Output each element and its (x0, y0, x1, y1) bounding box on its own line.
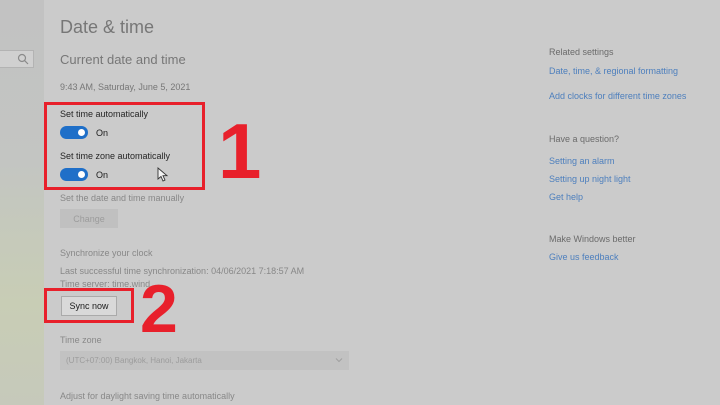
search-icon (17, 53, 29, 65)
link-add-clocks[interactable]: Add clocks for different time zones (549, 91, 686, 101)
nav-pane-strip (0, 0, 44, 405)
annotation-number-1: 1 (218, 107, 262, 195)
make-windows-better-heading: Make Windows better (549, 234, 636, 244)
link-give-feedback[interactable]: Give us feedback (549, 252, 619, 262)
link-regional-formatting[interactable]: Date, time, & regional formatting (549, 66, 678, 76)
chevron-down-icon (335, 358, 343, 363)
link-night-light[interactable]: Setting up night light (549, 174, 631, 184)
related-settings-heading: Related settings (549, 47, 614, 57)
annotation-box-1 (44, 102, 205, 190)
time-zone-label: Time zone (60, 335, 102, 345)
dst-label: Adjust for daylight saving time automati… (60, 391, 235, 401)
question-heading: Have a question? (549, 134, 620, 144)
change-button[interactable]: Change (60, 209, 118, 228)
link-setting-alarm[interactable]: Setting an alarm (549, 156, 615, 166)
time-zone-select[interactable]: (UTC+07:00) Bangkok, Hanoi, Jakarta (60, 351, 349, 370)
annotation-number-2: 2 (140, 271, 178, 347)
page-title: Date & time (60, 17, 155, 37)
current-datetime: 9:43 AM, Saturday, June 5, 2021 (60, 82, 191, 92)
manual-set-label: Set the date and time manually (60, 193, 185, 203)
current-date-heading: Current date and time (60, 52, 186, 67)
sync-heading: Synchronize your clock (60, 248, 153, 258)
link-get-help[interactable]: Get help (549, 192, 583, 202)
time-zone-value: (UTC+07:00) Bangkok, Hanoi, Jakarta (66, 356, 202, 365)
last-sync-text: Last successful time synchronization: 04… (60, 266, 305, 276)
sync-now-button[interactable]: Sync now (61, 296, 117, 316)
search-input[interactable] (0, 50, 34, 68)
